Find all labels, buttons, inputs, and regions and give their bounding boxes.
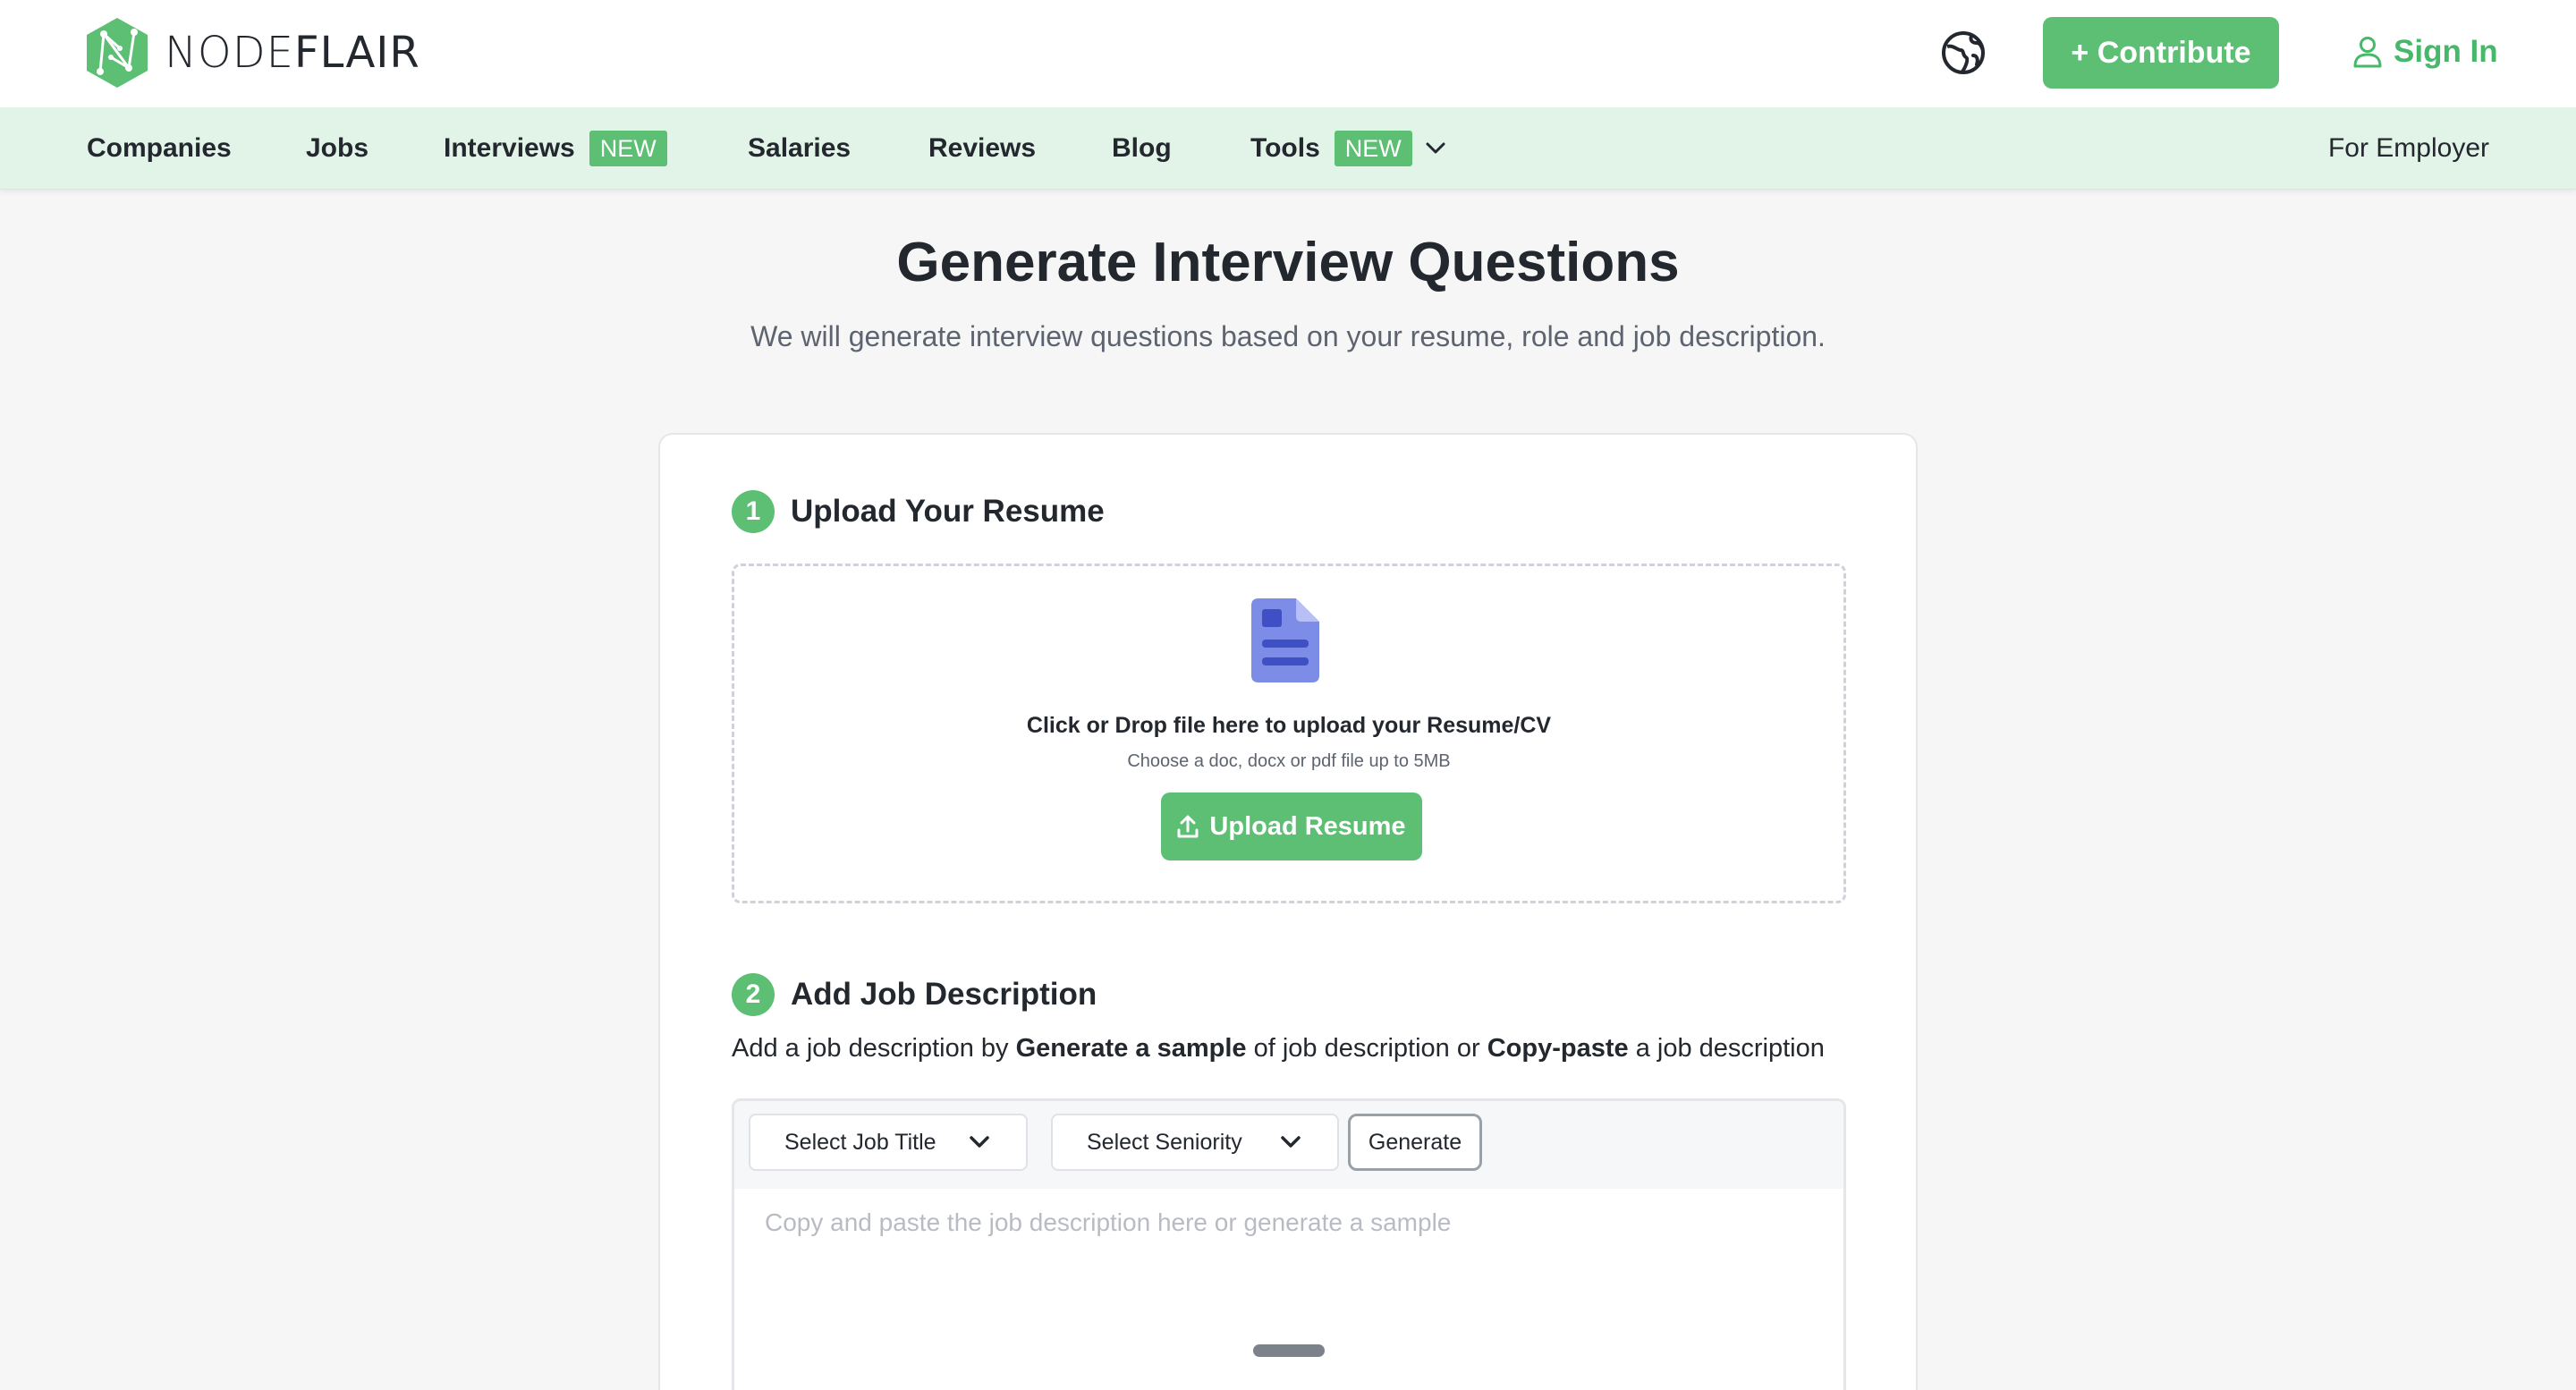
upload-resume-button[interactable]: Upload Resume bbox=[1161, 792, 1422, 860]
generator-card: 1 Upload Your Resume Click or Drop file … bbox=[658, 433, 1918, 1390]
step-title: Add Job Description bbox=[791, 977, 1097, 1012]
nav-tools-label: Tools bbox=[1250, 133, 1320, 163]
job-title-select-value: Select Job Title bbox=[784, 1129, 936, 1155]
new-badge: NEW bbox=[589, 131, 667, 166]
document-icon bbox=[1251, 598, 1319, 682]
seniority-select[interactable]: Select Seniority bbox=[1051, 1114, 1339, 1171]
nav-companies[interactable]: Companies bbox=[87, 107, 232, 190]
for-employer-link[interactable]: For Employer bbox=[2328, 107, 2489, 190]
sign-in-label: Sign In bbox=[2394, 34, 2498, 69]
chevron-down-icon bbox=[970, 1136, 989, 1148]
job-title-select[interactable]: Select Job Title bbox=[749, 1114, 1028, 1171]
resume-dropzone[interactable]: Click or Drop file here to upload your R… bbox=[732, 564, 1846, 903]
sign-in-link[interactable]: Sign In bbox=[2352, 25, 2498, 79]
upload-icon bbox=[1177, 815, 1199, 838]
user-icon bbox=[2353, 37, 2382, 68]
step-number: 1 bbox=[732, 490, 775, 533]
jd-desc-middle: of job description or bbox=[1246, 1034, 1487, 1063]
page-title: Generate Interview Questions bbox=[896, 232, 1680, 293]
nav-reviews[interactable]: Reviews bbox=[928, 107, 1036, 190]
chevron-down-icon bbox=[1281, 1136, 1301, 1148]
nav-tools[interactable]: Tools NEW bbox=[1250, 107, 1446, 190]
job-description-editor: Select Job Title Select Seniority Genera… bbox=[732, 1098, 1846, 1390]
logo-text-flair: FLAIR bbox=[293, 28, 420, 78]
top-header: NODEFLAIR + Contribute Sign In bbox=[0, 0, 2576, 107]
jd-desc-suffix: a job description bbox=[1628, 1034, 1825, 1063]
job-description-instructions: Add a job description by Generate a samp… bbox=[732, 1034, 1825, 1064]
seniority-select-value: Select Seniority bbox=[1087, 1129, 1242, 1155]
job-description-textarea[interactable] bbox=[734, 1189, 1843, 1390]
logo-wordmark: NODEFLAIR bbox=[165, 28, 420, 78]
step-title: Upload Your Resume bbox=[791, 494, 1105, 529]
step-number: 2 bbox=[732, 973, 775, 1016]
dropzone-title: Click or Drop file here to upload your R… bbox=[1026, 713, 1552, 738]
page-subtitle: We will generate interview questions bas… bbox=[750, 320, 1826, 352]
jd-desc-copy-paste: Copy-paste bbox=[1487, 1034, 1629, 1063]
nav-interviews[interactable]: Interviews NEW bbox=[444, 107, 667, 190]
nav-salaries[interactable]: Salaries bbox=[748, 107, 851, 190]
editor-toolbar: Select Job Title Select Seniority Genera… bbox=[734, 1101, 1843, 1189]
nav-interviews-label: Interviews bbox=[444, 133, 575, 163]
generate-button[interactable]: Generate bbox=[1348, 1114, 1482, 1171]
nav-blog[interactable]: Blog bbox=[1112, 107, 1172, 190]
logo[interactable]: NODEFLAIR bbox=[84, 16, 420, 89]
main-nav: Companies Jobs Interviews NEW Salaries R… bbox=[0, 107, 2576, 190]
logo-text-node: NODE bbox=[165, 28, 294, 78]
nav-jobs[interactable]: Jobs bbox=[306, 107, 369, 190]
jd-desc-prefix: Add a job description by bbox=[732, 1034, 1016, 1063]
upload-resume-label: Upload Resume bbox=[1209, 811, 1406, 841]
chevron-down-icon bbox=[1426, 142, 1445, 154]
jd-desc-generate-sample: Generate a sample bbox=[1015, 1034, 1247, 1063]
dropzone-hint: Choose a doc, docx or pdf file up to 5MB bbox=[1127, 751, 1451, 771]
step-upload-resume: 1 Upload Your Resume bbox=[732, 490, 1105, 533]
resize-handle[interactable] bbox=[1253, 1344, 1325, 1357]
nodeflair-logo-icon bbox=[87, 18, 148, 88]
step-add-job-description: 2 Add Job Description bbox=[732, 973, 1097, 1016]
contribute-button[interactable]: + Contribute bbox=[2043, 17, 2279, 89]
new-badge: NEW bbox=[1334, 131, 1412, 166]
globe-icon[interactable] bbox=[1939, 29, 1987, 77]
